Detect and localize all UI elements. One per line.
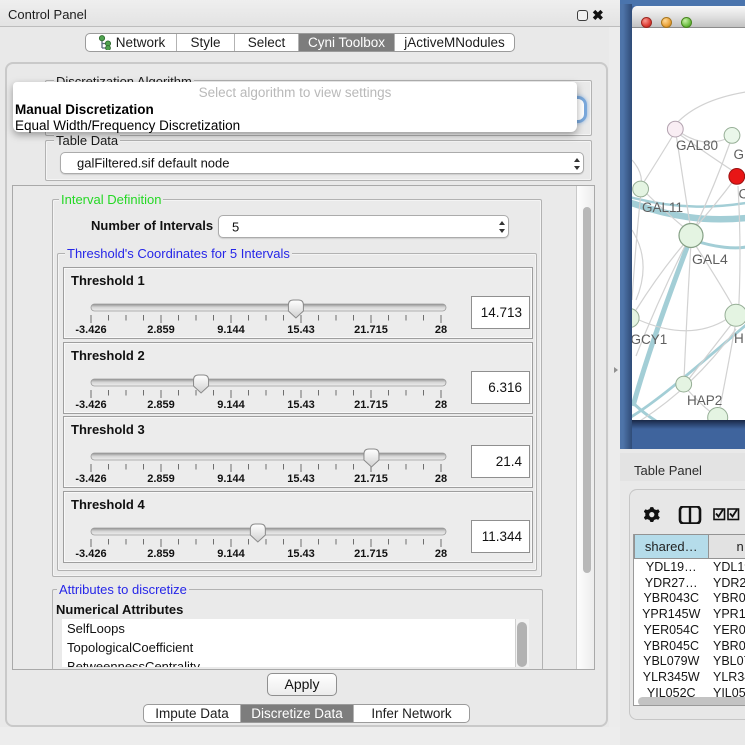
svg-text:15.43: 15.43 xyxy=(287,473,315,485)
svg-text:-3.426: -3.426 xyxy=(75,548,106,560)
svg-text:-3.426: -3.426 xyxy=(75,399,106,411)
svg-text:21.715: 21.715 xyxy=(354,399,388,411)
svg-text:9.144: 9.144 xyxy=(217,473,245,485)
svg-text:GAL80: GAL80 xyxy=(676,138,718,153)
svg-text:28: 28 xyxy=(435,399,447,411)
svg-text:H: H xyxy=(734,331,744,346)
svg-text:28: 28 xyxy=(435,548,447,560)
svg-text:GCY1: GCY1 xyxy=(632,332,667,347)
svg-text:28: 28 xyxy=(435,324,447,336)
svg-text:9.144: 9.144 xyxy=(217,399,245,411)
svg-text:2.859: 2.859 xyxy=(147,473,175,485)
svg-text:2.859: 2.859 xyxy=(147,399,175,411)
svg-text:9.144: 9.144 xyxy=(217,548,245,560)
svg-text:-3.426: -3.426 xyxy=(75,473,106,485)
svg-text:GAL4: GAL4 xyxy=(692,251,728,267)
svg-text:28: 28 xyxy=(435,473,447,485)
svg-text:-3.426: -3.426 xyxy=(75,324,106,336)
svg-text:2.859: 2.859 xyxy=(147,324,175,336)
svg-text:21.715: 21.715 xyxy=(354,473,388,485)
svg-text:G.: G. xyxy=(734,147,745,162)
svg-text:15.43: 15.43 xyxy=(287,399,315,411)
svg-text:HAP2: HAP2 xyxy=(687,393,722,408)
svg-text:2.859: 2.859 xyxy=(147,548,175,560)
svg-text:C: C xyxy=(739,187,745,202)
svg-text:21.715: 21.715 xyxy=(354,324,388,336)
svg-text:GAL11: GAL11 xyxy=(642,200,683,215)
svg-text:9.144: 9.144 xyxy=(217,324,245,336)
svg-text:21.715: 21.715 xyxy=(354,548,388,560)
svg-text:15.43: 15.43 xyxy=(287,324,315,336)
svg-text:15.43: 15.43 xyxy=(287,548,315,560)
